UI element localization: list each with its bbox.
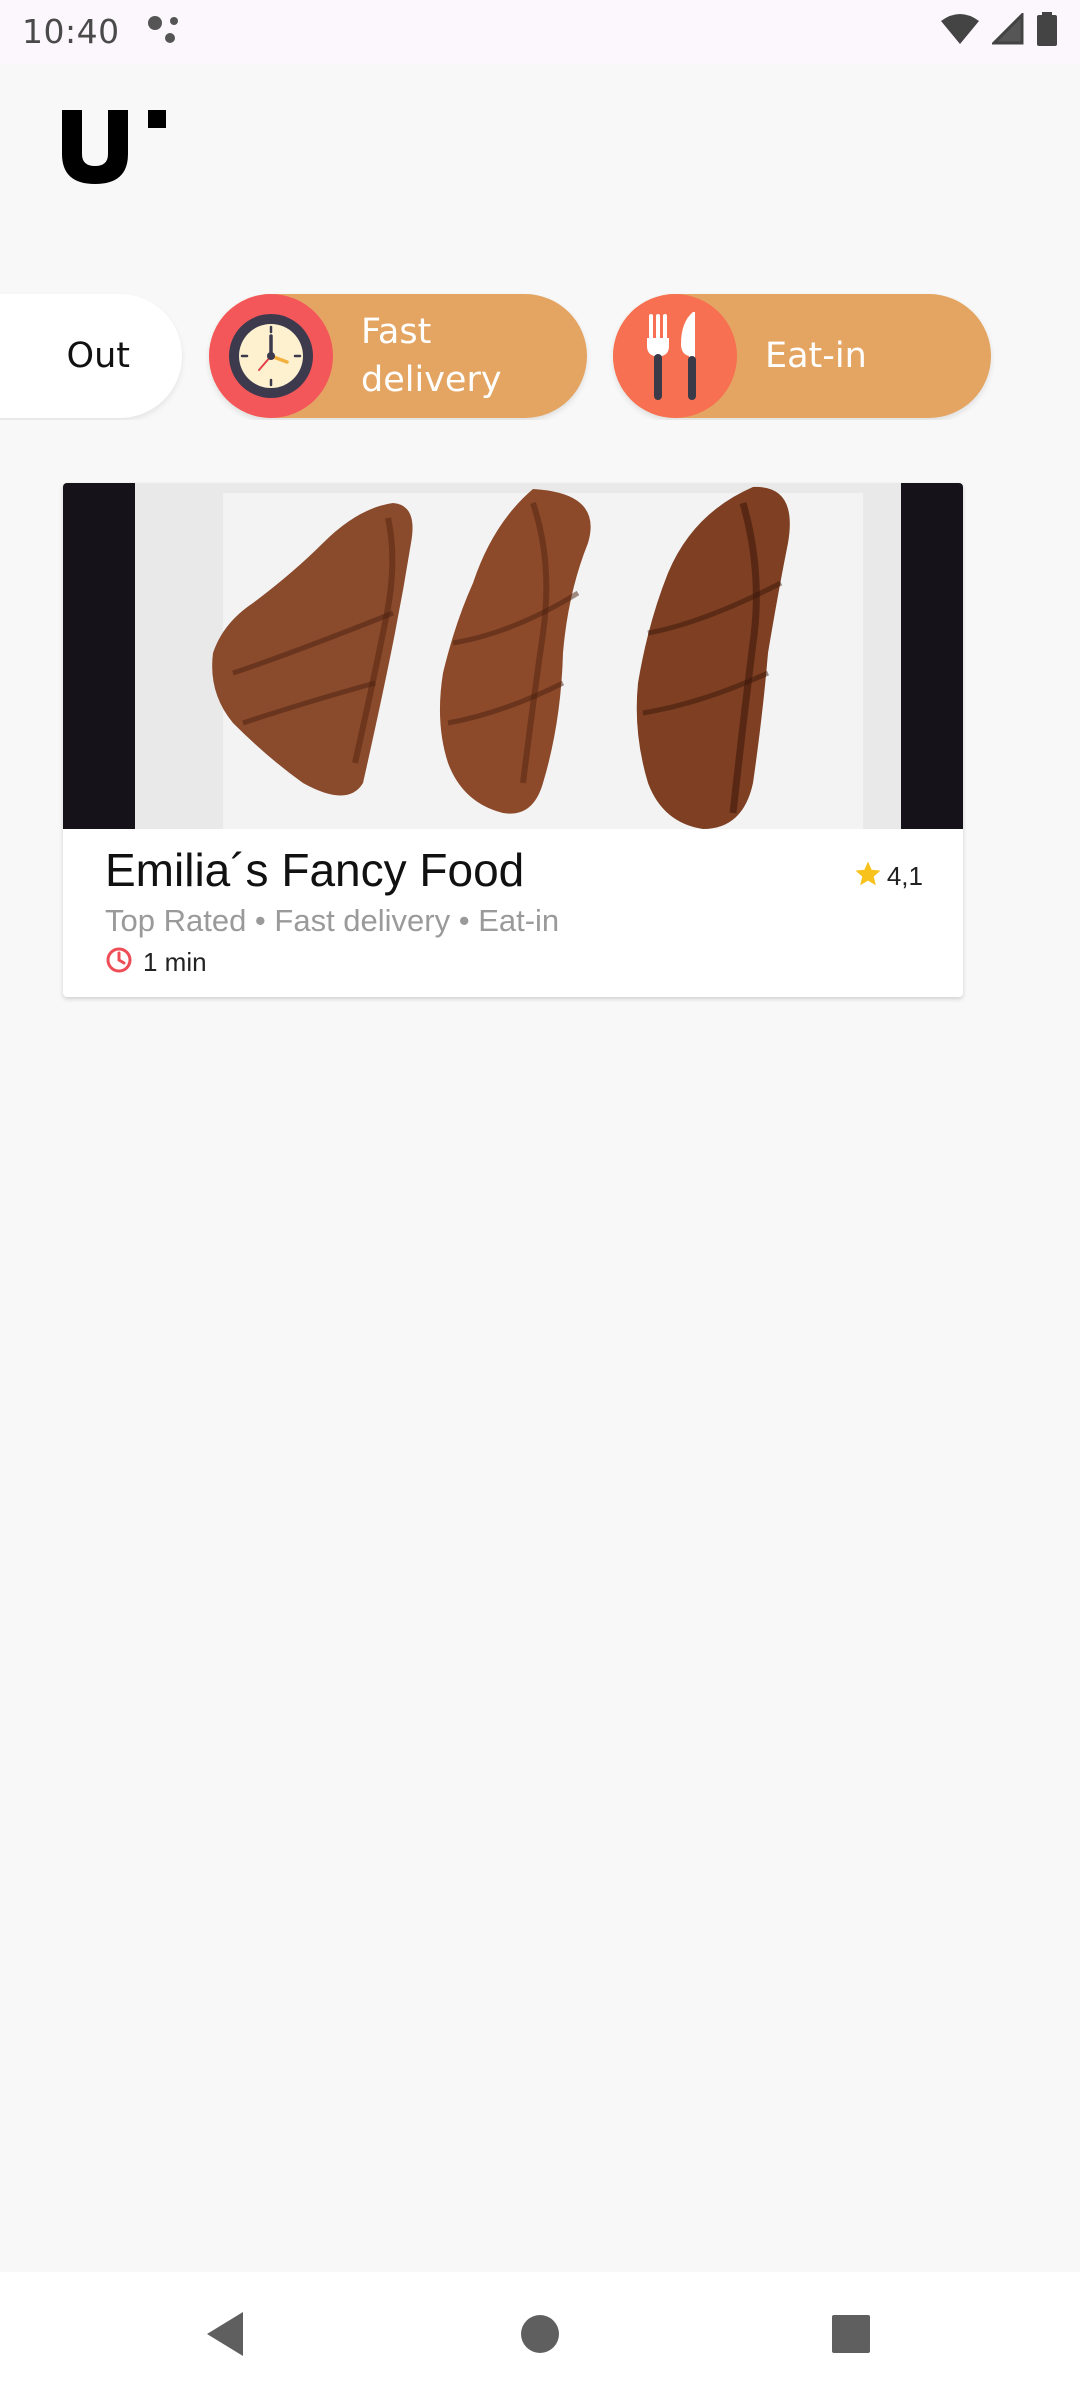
- back-icon: [203, 2310, 247, 2363]
- status-time: 10:40: [22, 12, 120, 51]
- battery-icon: [1036, 12, 1058, 51]
- restaurant-tags: Top Rated • Fast delivery • Eat-in: [105, 903, 560, 938]
- clock-icon: [209, 294, 333, 418]
- brand-logo-icon: [60, 108, 180, 188]
- home-icon: [519, 2313, 561, 2360]
- delivery-time: 1 min: [105, 946, 207, 979]
- back-button[interactable]: [155, 2272, 295, 2400]
- recents-icon: [830, 2313, 872, 2360]
- wifi-icon: [940, 13, 980, 50]
- category-chip-label: Eat-in: [765, 336, 867, 376]
- navigation-bar: [0, 2272, 1080, 2400]
- cell-signal-icon: [990, 11, 1024, 50]
- clock-outline-icon: [105, 946, 133, 979]
- fork-knife-icon: [613, 294, 737, 418]
- restaurant-name: Emilia´s Fancy Food: [105, 844, 525, 896]
- status-left: 10:40: [22, 12, 182, 51]
- category-chip-label: Fast delivery: [361, 312, 502, 400]
- recents-button[interactable]: [781, 2272, 921, 2400]
- category-chip-eat-in[interactable]: Eat-in: [613, 294, 991, 418]
- category-chip-fast-delivery[interactable]: Fast delivery: [209, 294, 587, 418]
- grilled-steaks-photo: [63, 483, 963, 829]
- restaurant-card[interactable]: Emilia´s Fancy Food Top Rated • Fast del…: [63, 483, 963, 997]
- rating: 4,1: [853, 859, 923, 894]
- status-right: [940, 11, 1058, 51]
- home-button[interactable]: [470, 2272, 610, 2400]
- rating-value: 4,1: [886, 861, 923, 891]
- status-bar: 10:40: [0, 0, 1080, 63]
- category-chip-out[interactable]: Out: [0, 294, 182, 418]
- star-icon: [853, 859, 883, 894]
- category-chip-label: Out: [66, 336, 130, 376]
- assistant-dots-icon: [146, 14, 182, 49]
- category-chip-row[interactable]: Out Fast delivery Eat-in: [0, 290, 1080, 420]
- delivery-time-label: 1 min: [143, 947, 207, 977]
